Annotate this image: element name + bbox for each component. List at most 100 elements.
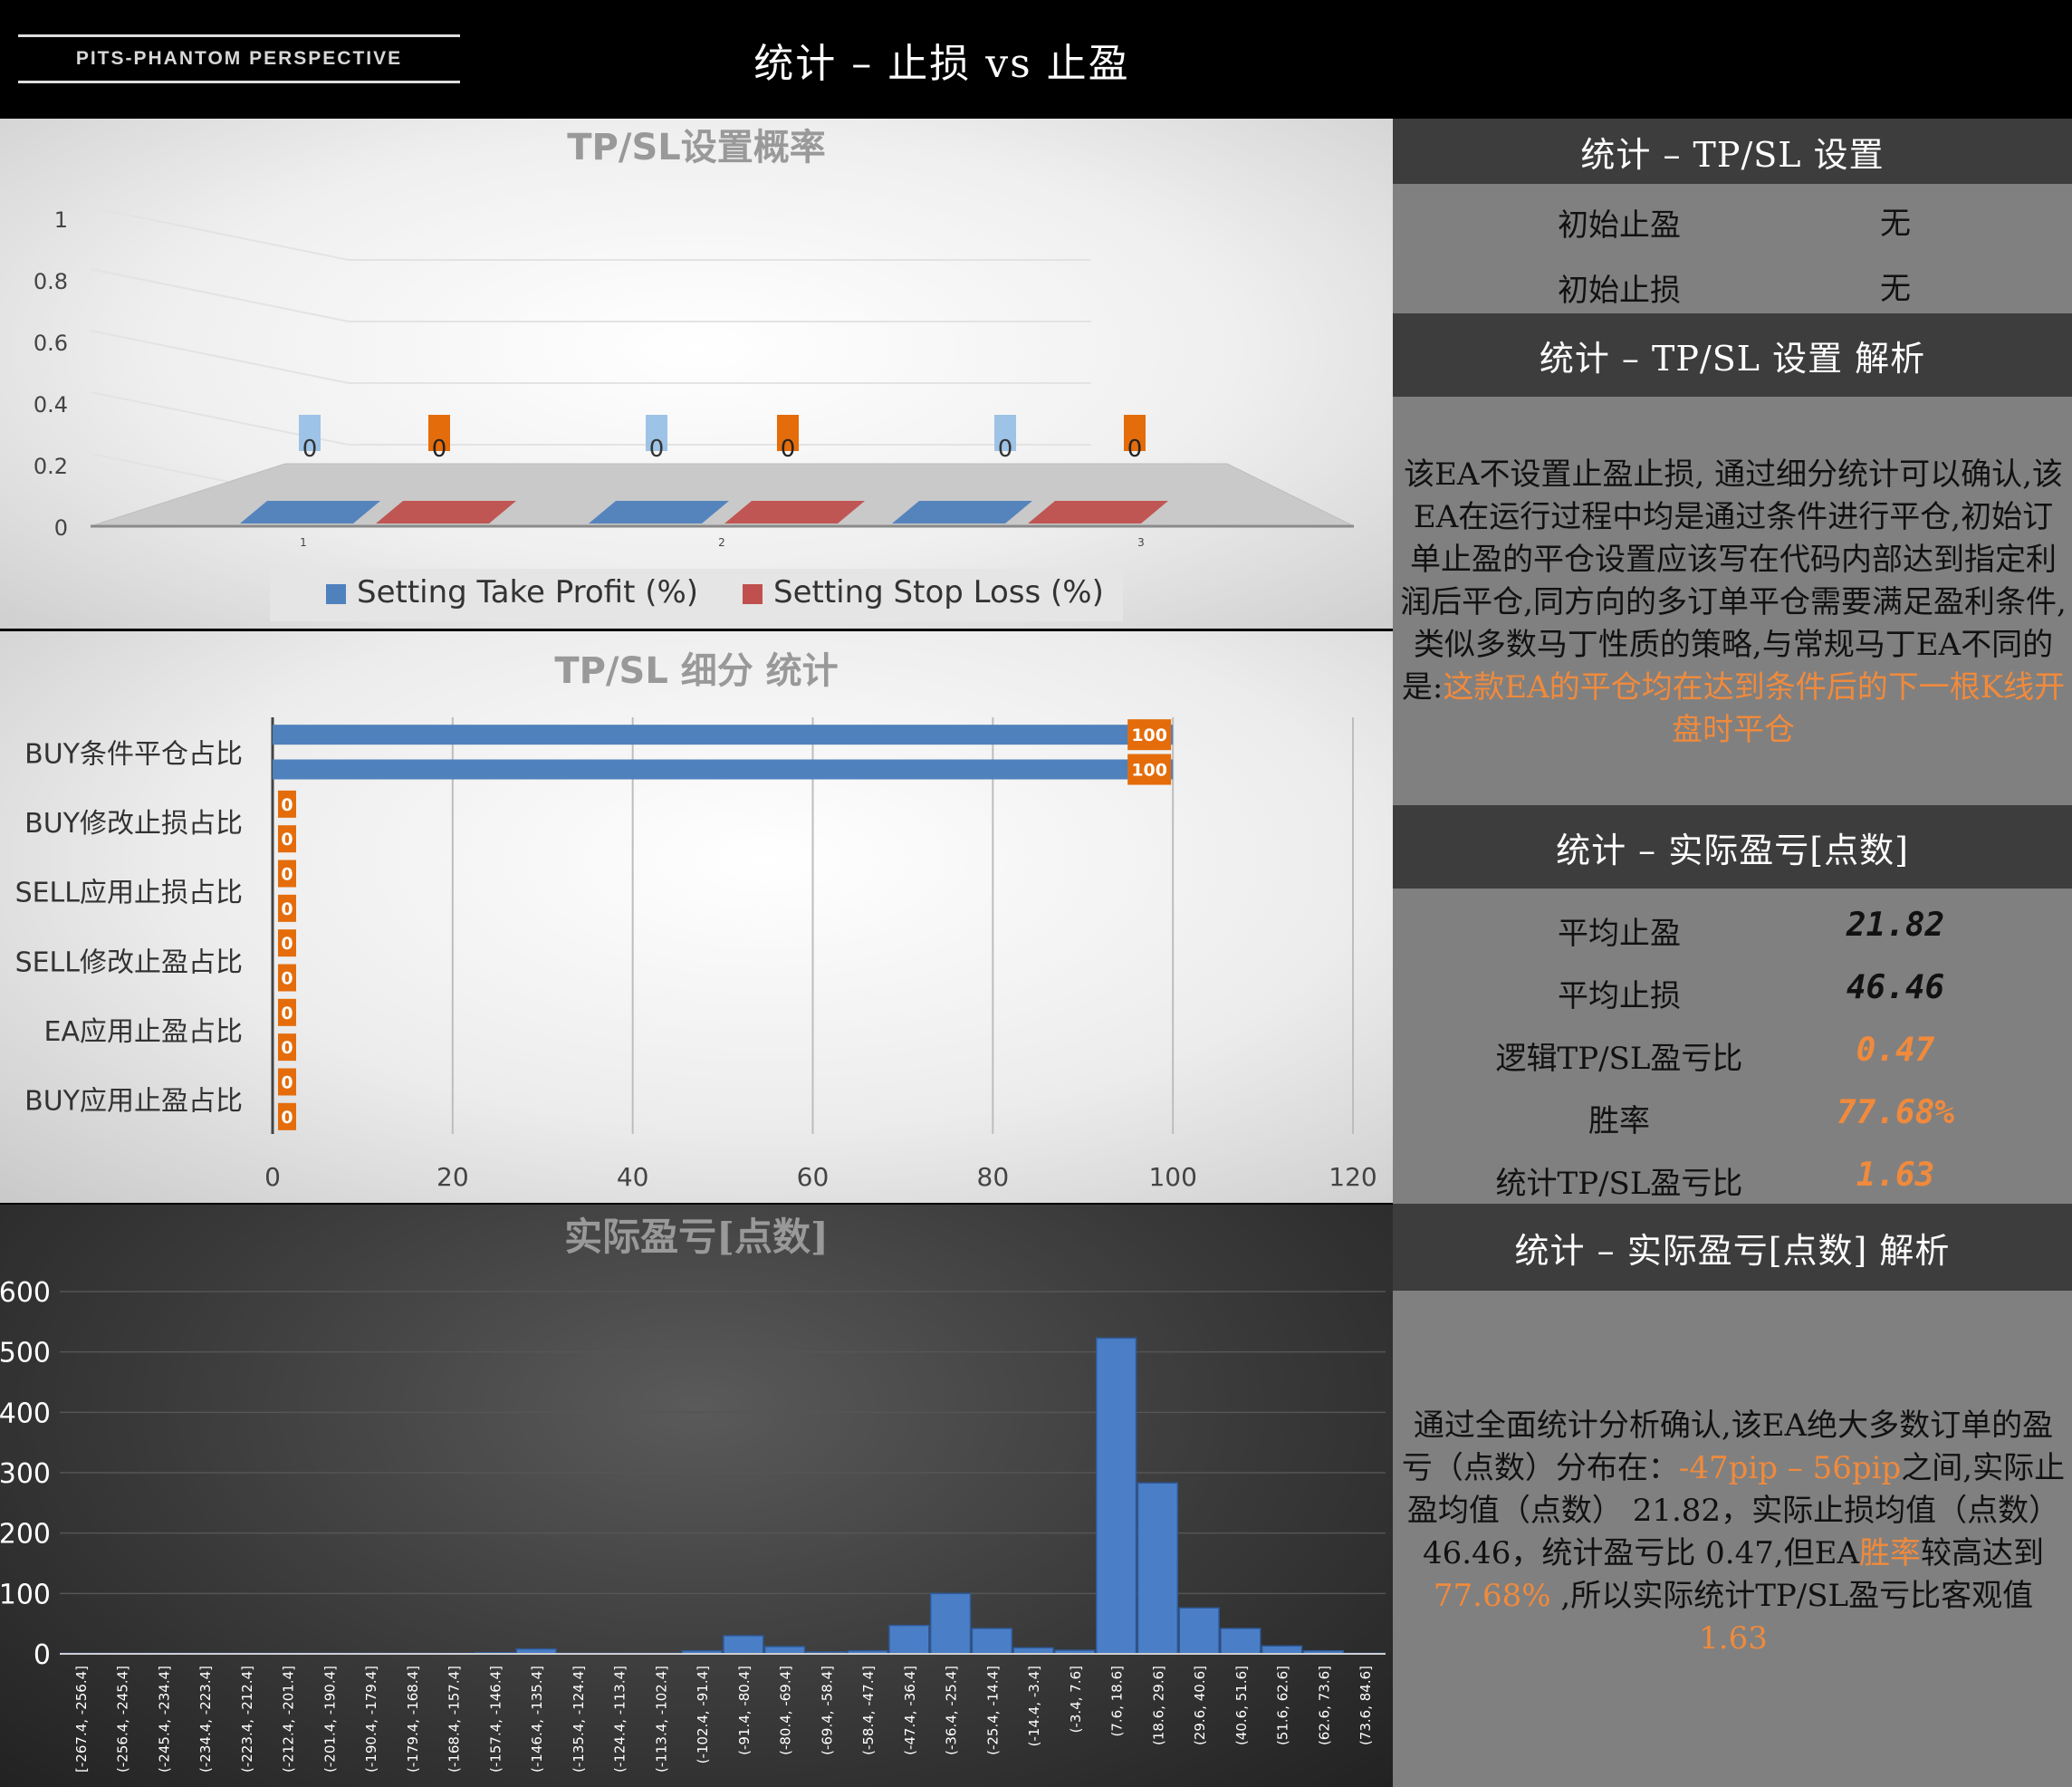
y-category-label: SELL应用止损占比: [15, 878, 243, 909]
setting-analysis-highlight: 这款EA的平仓均在达到条件后的下一根K线开盘时平仓: [1443, 669, 2066, 748]
bar: [273, 725, 1174, 745]
actual-pnl-histogram: 实际盈亏[点数] 0 100 200 300 400 500 600 [-267.4, -256…: [0, 1205, 1393, 1787]
x-tick-label: (-135.4, -124.4]: [571, 1666, 587, 1773]
brand-logo: PITS-PHANTOM PERSPECTIVE: [18, 34, 460, 83]
chart-title: TP/SL 细分 统计: [554, 650, 838, 692]
data-label: 0: [302, 436, 318, 463]
x-tick-label: 60: [797, 1162, 830, 1192]
setting-row-value: 无: [1880, 271, 1911, 307]
y-tick-label: 600: [0, 1277, 51, 1309]
pnl-analysis-text: 通过全面统计分析确认,该EA绝大多数订单的盈亏（点数）分布在：-47pip – …: [1400, 1405, 2067, 1660]
x-tick-label: (73.6, 84.6]: [1357, 1666, 1374, 1745]
x-tick-label: (-80.4, -69.4]: [778, 1666, 794, 1755]
chart-title: TP/SL设置概率: [567, 127, 826, 168]
pnl-analysis-highlight: -47pip – 56pip: [1678, 1450, 1902, 1486]
x-tick-label: (-157.4, -146.4]: [487, 1666, 504, 1773]
histogram-bar: [723, 1635, 764, 1655]
y-tick-label: 0: [34, 1639, 51, 1671]
x-tick-label: (-245.4, -234.4]: [156, 1666, 172, 1773]
y-category-label: BUY修改止损占比: [24, 808, 243, 840]
pnl-stat-value: 77.68%: [1836, 1094, 1955, 1131]
histogram-bar: [888, 1624, 930, 1655]
data-label: 0: [281, 830, 293, 850]
data-label: 0: [998, 436, 1013, 463]
legend-swatch: [743, 584, 763, 604]
legend-label: Setting Take Profit (%): [357, 574, 698, 610]
y-tick-label: 500: [0, 1338, 51, 1369]
tpsl-probability-chart: TP/SL设置概率 0 0.2 0.4 0.6 0.8 1 1 0 0 2 0 0 3 0 0 Setting …: [0, 119, 1393, 629]
pnl-stat-row: 逻辑TP/SL盈亏比 0.47: [1393, 1023, 2072, 1084]
y-tick-label: 0.6: [34, 331, 68, 356]
tpsl-breakdown-chart: TP/SL 细分 统计 0 20 40 60 80 100 120 100 100 0 0 0 0 0 0 0 0…: [0, 631, 1393, 1203]
pnl-section-title: 统计 – 实际盈亏[点数]: [1393, 805, 2072, 889]
chart-title: 实际盈亏[点数]: [564, 1215, 829, 1259]
y-tick-label: 1: [54, 207, 68, 233]
y-category-label: BUY应用止盈占比: [24, 1086, 243, 1118]
y-tick-label: 400: [0, 1398, 51, 1429]
x-tick-label: (-190.4, -179.4]: [363, 1666, 379, 1773]
x-tick-label: 100: [1148, 1162, 1196, 1192]
setting-row: 初始止损 无: [1393, 255, 2072, 316]
data-label: 0: [281, 795, 293, 815]
x-tick-label: (-201.4, -190.4]: [321, 1666, 338, 1773]
data-label: 0: [281, 934, 293, 954]
pnl-stat-value: 21.82: [1846, 907, 1945, 944]
x-tick-label: (-234.4, -223.4]: [197, 1666, 214, 1773]
data-label: 0: [281, 1073, 293, 1093]
x-tick-label: 0: [264, 1162, 281, 1192]
pnl-analysis-highlight: 77.68%: [1433, 1578, 1551, 1614]
x-tick-label: (-124.4, -113.4]: [612, 1666, 628, 1773]
pnl-analysis-title: 统计 – 实际盈亏[点数] 解析: [1393, 1204, 2072, 1291]
data-label: 0: [281, 1004, 293, 1023]
x-tick-label: (-3.4, 7.6]: [1068, 1666, 1084, 1733]
x-tick-label: 2: [718, 536, 725, 549]
x-tick-label: (-256.4, -245.4]: [115, 1666, 131, 1773]
y-category-label: BUY条件平仓占比: [24, 738, 243, 770]
pnl-stat-value: 0.47: [1856, 1032, 1935, 1069]
x-tick-label: (-36.4, -25.4]: [944, 1666, 960, 1755]
pnl-stat-row: 胜率 77.68%: [1393, 1085, 2072, 1147]
x-tick-label: (7.6, 18.6]: [1109, 1666, 1126, 1737]
histogram-bar: [1096, 1337, 1137, 1655]
histogram-bar: [1178, 1607, 1220, 1655]
legend-label: Setting Stop Loss (%): [773, 574, 1104, 610]
x-tick-label: (-91.4, -80.4]: [736, 1666, 753, 1755]
data-label: 0: [649, 436, 665, 463]
data-label: 0: [781, 436, 796, 463]
x-tick-label: (-179.4, -168.4]: [405, 1666, 421, 1773]
setting-analysis-body: 该EA不设置止盈止损, 通过细分统计可以确认,该EA在运行过程中均是通过条件进行…: [1400, 456, 2067, 706]
data-label: 0: [281, 865, 293, 885]
tpsl-breakdown-svg: TP/SL 细分 统计 0 20 40 60 80 100 120 100 100 0 0 0 0 0 0 0 0…: [15, 650, 1377, 1192]
setting-section-title: 统计 – TP/SL 设置: [1393, 119, 2072, 184]
data-label: 0: [281, 1108, 293, 1128]
x-tick-label: (-113.4, -102.4]: [653, 1666, 669, 1773]
data-label: 0: [281, 969, 293, 989]
x-tick-label: (-223.4, -212.4]: [239, 1666, 255, 1773]
x-tick-label: (40.6, 51.6]: [1233, 1666, 1250, 1745]
x-tick-label: (62.6, 73.6]: [1316, 1666, 1332, 1745]
histogram-bar: [971, 1628, 1012, 1655]
pnl-stat-row: 平均止损 46.46: [1393, 960, 2072, 1022]
tpsl-probability-svg: TP/SL设置概率 0 0.2 0.4 0.6 0.8 1 1 0 0 2 0 0 3 0 0 Setting …: [34, 127, 1355, 621]
y-tick-label: 0: [54, 515, 68, 541]
histogram-bar: [764, 1646, 806, 1655]
x-tick-label: (18.6, 29.6]: [1150, 1666, 1166, 1745]
x-tick-label: 20: [436, 1162, 469, 1192]
actual-pnl-svg: 实际盈亏[点数] 0 100 200 300 400 500 600 [-267.4, -256…: [0, 1215, 1386, 1773]
setting-row: 初始止盈 无: [1393, 189, 2072, 251]
x-tick-label: (-47.4, -36.4]: [902, 1666, 918, 1755]
data-label: 0: [1127, 436, 1143, 463]
setting-analysis-title: 统计 – TP/SL 设置 解析: [1393, 313, 2072, 397]
x-tick-label: (-25.4, -14.4]: [984, 1666, 1001, 1755]
x-tick-label: (51.6, 62.6]: [1275, 1666, 1291, 1745]
pnl-analysis-highlight: 胜率: [1859, 1535, 1922, 1571]
pnl-analysis-segment: 较高达到: [1921, 1535, 2045, 1571]
y-tick-label: 100: [0, 1579, 51, 1610]
x-tick-label: (-168.4, -157.4]: [446, 1666, 463, 1773]
x-tick-label: 120: [1329, 1162, 1377, 1192]
pnl-stat-row: 统计TP/SL盈亏比 1.63: [1393, 1148, 2072, 1209]
pnl-stat-row: 平均止盈 21.82: [1393, 898, 2072, 959]
x-tick-label: 1: [300, 536, 307, 549]
stats-sidebar: 统计 – TP/SL 设置 初始止盈 无 初始止损 无 统计 – TP/SL 设…: [1393, 119, 2072, 1787]
y-tick-label: 0.2: [34, 454, 68, 479]
